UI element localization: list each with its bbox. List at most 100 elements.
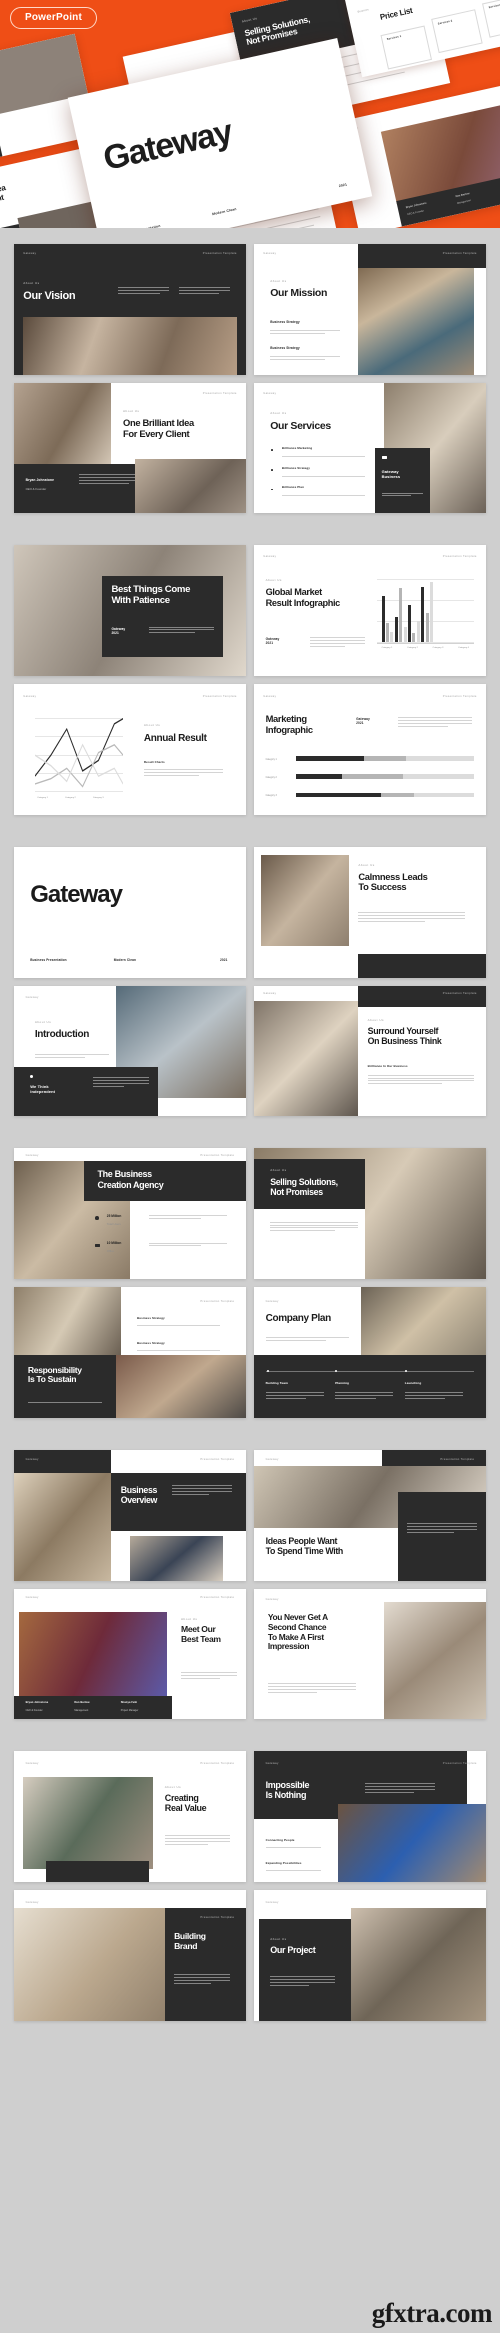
slide-header-right: Presentation Template	[442, 992, 477, 996]
slide-title: Selling Solutions, Not Promises	[270, 1177, 338, 1198]
slide-title: Gateway	[30, 880, 123, 908]
stat-value: 10 Million	[106, 1241, 122, 1246]
slide-best-things-come[interactable]: Best Things Come With Patience Gateway 2…	[14, 545, 246, 677]
member-name: Bryan Johnstone	[25, 1701, 49, 1705]
hero-cover-footer-mid: Modern Clean	[211, 207, 238, 217]
slide-brand: Gateway	[265, 1900, 279, 1904]
slide-global-market-result[interactable]: Gateway Presentation Template About Us G…	[254, 545, 486, 677]
slide-our-mission[interactable]: Gateway Presentation Template About Us O…	[254, 244, 486, 375]
slide-brand: Gateway	[263, 391, 277, 395]
slide-title: Global Market Result Infographic	[265, 587, 341, 608]
slide-kicker: About Us	[270, 279, 287, 284]
slide-brand: Gateway	[25, 996, 39, 1000]
slide-header-right: Presentation Template	[200, 1300, 235, 1304]
service-item-label: Brilliance Strategy	[281, 465, 311, 470]
slide-kicker: About Us	[265, 578, 282, 583]
stat-label: Office	[106, 1249, 115, 1254]
slide-building-brand[interactable]: Gateway Presentation Template Building B…	[14, 1890, 246, 2021]
slide-kicker: About Us	[270, 1937, 287, 1942]
hero-banner: Plan About Us One Brilliant Idea For Eve…	[0, 0, 500, 228]
slide-creating-real-value[interactable]: Gateway Presentation Template About Us C…	[14, 1751, 246, 1883]
slide-header-right: Presentation Template	[442, 251, 477, 255]
slide-annual-result[interactable]: Gateway Presentation Template Category 1…	[14, 684, 246, 815]
timeline-label: Building Team	[265, 1381, 288, 1386]
slide-responsibility-sustain[interactable]: Presentation Template Business Strategy …	[14, 1287, 246, 1418]
slide-kicker: About Us	[270, 1168, 287, 1173]
section-team: Gateway Presentation Template Business O…	[0, 1434, 500, 1735]
slide-header-right: Presentation Template	[200, 1916, 235, 1920]
slide-brand: Gateway	[263, 992, 277, 996]
slide-brand: Gateway	[263, 251, 277, 255]
services-card-title: Gateway Business	[381, 469, 401, 480]
slide-gateway-cover[interactable]: Gateway Business Presentation Modern Cle…	[14, 846, 246, 978]
slide-title: The Business Creation Agency	[97, 1169, 164, 1190]
slide-kicker: About Us	[270, 411, 287, 416]
slide-header-right: Presentation Template	[200, 1457, 235, 1461]
slide-our-project[interactable]: Gateway About Us Our Project	[254, 1890, 486, 2021]
bar-chart	[381, 579, 433, 643]
slide-title: Our Project	[270, 1944, 316, 1955]
slide-our-services[interactable]: Gateway About Us Our Services Brilliance…	[254, 382, 486, 514]
section-intro: Gateway Business Presentation Modern Cle…	[0, 831, 500, 1132]
cover-footer-left: Business Presentation	[30, 957, 67, 962]
slide-title: One Brilliant Idea For Every Client	[123, 417, 194, 439]
slide-calmness-leads[interactable]: About Us Calmness Leads To Success	[254, 846, 486, 978]
slide-header-right: Presentation Template	[202, 694, 237, 698]
slide-title: Annual Result	[143, 732, 207, 744]
slide-sub: Brilliance In Our Business	[367, 1064, 408, 1069]
slide-brand: Gateway	[263, 694, 277, 698]
hero-slide-title: One Brilliant Idea For Every Client	[0, 183, 7, 207]
closing-item-label: Connecting People	[265, 1837, 295, 1842]
slide-introduction[interactable]: Gateway About Us Introduction We Think I…	[14, 985, 246, 1117]
watermark: gfxtra.com	[371, 2298, 493, 2328]
powerpoint-badge: PowerPoint	[10, 7, 98, 29]
folder-icon	[381, 455, 387, 460]
slide-header-right: Presentation Template	[442, 1761, 477, 1765]
slide-impossible-is-nothing[interactable]: Gateway Presentation Template Impossible…	[254, 1751, 486, 1883]
slide-title: Creating Real Value	[164, 1793, 207, 1814]
slide-surround-yourself[interactable]: Gateway Presentation Template About Us S…	[254, 985, 486, 1117]
slide-title: Introduction	[34, 1028, 89, 1040]
slide-brand: Gateway	[265, 1761, 279, 1765]
mission-item-label: Business Strategy	[270, 345, 300, 350]
slide-one-brilliant-idea[interactable]: Presentation Template About Us One Brill…	[14, 382, 246, 514]
slide-company-plan[interactable]: Gateway Company Plan Building Team Plann…	[254, 1287, 486, 1418]
member-role: CEO & Founder	[25, 1708, 43, 1712]
slide-brand: Gateway	[25, 1153, 39, 1157]
slide-header-right: Presentation Template	[442, 694, 477, 698]
slide-brand: Gateway	[25, 1900, 39, 1904]
slide-kicker: About Us	[358, 862, 375, 867]
section-agency: Gateway Presentation Template The Busine…	[0, 1132, 500, 1433]
slide-marketing-infographic[interactable]: Gateway Presentation Template Marketing …	[254, 684, 486, 815]
slide-kicker: About Us	[143, 723, 161, 728]
slide-kicker: About Us	[164, 1785, 182, 1790]
slide-header-right: Presentation Template	[200, 1761, 235, 1765]
slide-header-right: Presentation Template	[200, 1596, 235, 1600]
section-closing: Gateway Presentation Template About Us C…	[0, 1735, 500, 2036]
slide-never-second-chance[interactable]: Gateway You Never Get A Second Chance To…	[254, 1588, 486, 1720]
slide-our-vision[interactable]: Gateway Presentation Template About Us O…	[14, 244, 246, 375]
slide-title: You Never Get A Second Chance To Make A …	[267, 1612, 328, 1652]
slide-brand: Gateway	[23, 694, 37, 698]
slide-title: Responsibility Is To Sustain	[27, 1364, 82, 1385]
timeline-label: Planning	[335, 1381, 350, 1386]
cover-footer-right: 2021	[219, 957, 228, 962]
slide-business-creation-agency[interactable]: Gateway Presentation Template The Busine…	[14, 1148, 246, 1280]
slide-title: Our Vision	[23, 289, 76, 302]
slide-header-right: Presentation Template	[202, 391, 237, 395]
section-vision-mission: Gateway Presentation Template About Us O…	[0, 228, 500, 529]
slide-selling-solutions[interactable]: Presentation Template About Us Selling S…	[254, 1148, 486, 1280]
slide-title: Business Overview	[120, 1485, 158, 1506]
slide-title: Our Services	[270, 419, 331, 432]
member-role: Management	[74, 1708, 89, 1712]
slide-meet-our-best-team[interactable]: Gateway Presentation Template About Us M…	[14, 1588, 246, 1720]
slide-business-overview[interactable]: Gateway Presentation Template Business O…	[14, 1449, 246, 1581]
slide-title: Calmness Leads To Success	[358, 870, 428, 893]
slide-title: Meet Our Best Team	[181, 1624, 221, 1644]
briefcase-icon	[95, 1243, 100, 1248]
stat-label: Total Users	[106, 1221, 121, 1226]
slide-ideas-people-want[interactable]: Gateway Presentation Template Ideas Peop…	[254, 1449, 486, 1581]
stat-value: 25 Million	[106, 1213, 122, 1218]
person-role: CEO & Founder	[25, 487, 47, 492]
slide-title: Ideas People Want To Spend Time With	[265, 1536, 344, 1557]
